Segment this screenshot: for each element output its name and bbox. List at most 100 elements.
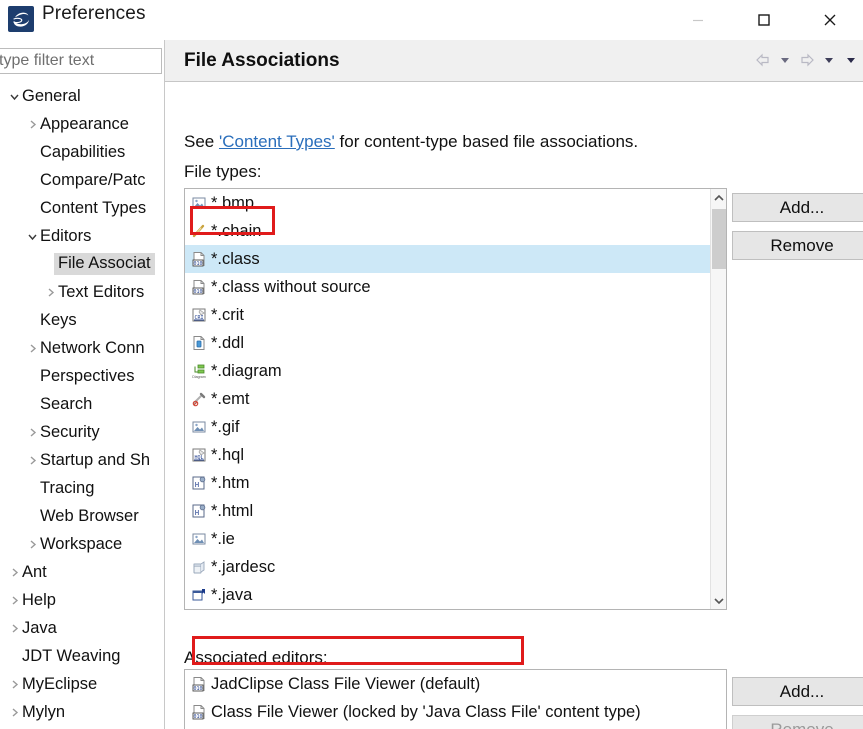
back-arrow-icon[interactable] bbox=[753, 48, 773, 72]
add-file-type-button[interactable]: Add... bbox=[732, 193, 863, 222]
scroll-down-icon[interactable] bbox=[711, 592, 726, 609]
sidebar-item-mylyn[interactable]: Mylyn bbox=[0, 698, 164, 726]
jar-file-icon bbox=[189, 558, 209, 576]
list-item[interactable]: *.emt bbox=[185, 385, 710, 413]
list-item-label: *.html bbox=[211, 501, 254, 520]
associated-editors-list[interactable]: 010 JadClipse Class File Viewer (default)… bbox=[184, 669, 727, 729]
back-dropdown-icon[interactable] bbox=[775, 48, 795, 72]
list-item-label: *.diagram bbox=[211, 361, 282, 380]
sidebar-item-ant[interactable]: Ant bbox=[0, 558, 164, 586]
list-item-label: *.emt bbox=[211, 389, 250, 408]
list-item-label: *.bmp bbox=[211, 193, 255, 212]
list-item[interactable]: *.chain bbox=[185, 217, 710, 245]
filter-input[interactable]: type filter text bbox=[0, 48, 162, 74]
add-editor-button[interactable]: Add... bbox=[732, 677, 863, 706]
window-title: Preferences bbox=[42, 3, 146, 24]
list-item-label: *.gif bbox=[211, 417, 240, 436]
sidebar-item-capabilities[interactable]: Capabilities bbox=[0, 138, 164, 166]
sidebar-item-network-conn[interactable]: Network Conn bbox=[0, 334, 164, 362]
list-item[interactable]: *.gif bbox=[185, 413, 710, 441]
chevron-right-icon[interactable] bbox=[24, 340, 40, 356]
list-item[interactable]: *.ie bbox=[185, 525, 710, 553]
list-item-label: *.class bbox=[211, 249, 260, 268]
chevron-right-icon[interactable] bbox=[24, 536, 40, 552]
chevron-down-icon[interactable] bbox=[24, 228, 40, 244]
preferences-sidebar: type filter text General Appearance Capabi… bbox=[0, 40, 164, 729]
chevron-right-icon[interactable] bbox=[24, 424, 40, 440]
sidebar-item-appearance[interactable]: Appearance bbox=[0, 110, 164, 138]
sidebar-item-label: Help bbox=[22, 590, 56, 609]
remove-editor-button: Remove bbox=[732, 715, 863, 729]
menu-dropdown-icon[interactable] bbox=[841, 48, 861, 72]
list-item[interactable]: Diagram *.diagram bbox=[185, 357, 710, 385]
scroll-up-icon[interactable] bbox=[711, 189, 726, 206]
svg-text:H: H bbox=[195, 509, 199, 517]
sidebar-item-label: General bbox=[22, 86, 81, 105]
sidebar-item-file-associat[interactable]: File Associat bbox=[0, 250, 164, 278]
list-item[interactable]: 010 JadClipse Class File Viewer (default) bbox=[185, 670, 726, 698]
chevron-right-icon[interactable] bbox=[24, 116, 40, 132]
svg-text:010: 010 bbox=[193, 686, 202, 692]
sidebar-item-keys[interactable]: Keys bbox=[0, 306, 164, 334]
list-item[interactable]: *.jardesc bbox=[185, 553, 710, 581]
minimize-icon[interactable] bbox=[665, 0, 731, 40]
list-item-label: *.java bbox=[211, 585, 253, 604]
svg-text:010: 010 bbox=[193, 261, 202, 267]
close-icon[interactable] bbox=[797, 0, 863, 40]
svg-text:010: 010 bbox=[193, 289, 202, 295]
maximize-icon[interactable] bbox=[731, 0, 797, 40]
class-file-icon: 010 bbox=[189, 675, 209, 693]
sidebar-item-help[interactable]: Help bbox=[0, 586, 164, 614]
sidebar-item-web-browser[interactable]: Web Browser bbox=[0, 502, 164, 530]
sidebar-item-search[interactable]: Search bbox=[0, 390, 164, 418]
class-file-icon: 010 bbox=[189, 250, 209, 268]
list-item[interactable]: 010 Class File Viewer (locked by 'Java Cl… bbox=[185, 698, 726, 726]
list-item[interactable]: *.bmp bbox=[185, 189, 710, 217]
list-item[interactable]: *.ddl bbox=[185, 329, 710, 357]
chevron-right-icon[interactable] bbox=[6, 592, 22, 608]
sidebar-item-tracing[interactable]: Tracing bbox=[0, 474, 164, 502]
chevron-down-icon[interactable] bbox=[6, 88, 22, 104]
html-file-icon: H bbox=[189, 474, 209, 492]
sidebar-item-java[interactable]: Java bbox=[0, 614, 164, 642]
emt-file-icon bbox=[189, 390, 209, 408]
sidebar-item-label: Ant bbox=[22, 562, 47, 581]
page-content: File Associations See 'Content Types' fo… bbox=[165, 40, 863, 729]
content-types-link[interactable]: 'Content Types' bbox=[219, 132, 335, 151]
list-item-label: *.class without source bbox=[211, 277, 371, 296]
list-item[interactable]: H *.htm bbox=[185, 469, 710, 497]
chevron-right-icon[interactable] bbox=[24, 452, 40, 468]
scroll-thumb[interactable] bbox=[712, 209, 726, 269]
list-item[interactable]: CRI *.crit bbox=[185, 301, 710, 329]
chevron-right-icon[interactable] bbox=[6, 620, 22, 636]
file-types-scrollbar[interactable] bbox=[710, 189, 726, 609]
chevron-right-icon[interactable] bbox=[6, 676, 22, 692]
chevron-right-icon[interactable] bbox=[6, 564, 22, 580]
list-item[interactable]: H *.html bbox=[185, 497, 710, 525]
sidebar-item-workspace[interactable]: Workspace bbox=[0, 530, 164, 558]
sidebar-item-security[interactable]: Security bbox=[0, 418, 164, 446]
list-item[interactable]: HQL *.hql bbox=[185, 441, 710, 469]
svg-text:010: 010 bbox=[193, 714, 202, 720]
forward-arrow-icon[interactable] bbox=[797, 48, 817, 72]
chevron-right-icon[interactable] bbox=[42, 284, 58, 300]
remove-file-type-button[interactable]: Remove bbox=[732, 231, 863, 260]
hql-file-icon: HQL bbox=[189, 446, 209, 464]
list-item[interactable]: 010 *.class bbox=[185, 245, 710, 273]
sidebar-item-text-editors[interactable]: Text Editors bbox=[0, 278, 164, 306]
list-item[interactable]: *.java bbox=[185, 581, 710, 609]
file-types-list[interactable]: *.bmp *.chain 010 *.class 010 *.class without… bbox=[184, 188, 727, 610]
sidebar-item-perspectives[interactable]: Perspectives bbox=[0, 362, 164, 390]
sidebar-item-general[interactable]: General bbox=[0, 82, 164, 110]
eclipse-icon bbox=[8, 6, 34, 32]
sidebar-item-myeclipse[interactable]: MyEclipse bbox=[0, 670, 164, 698]
sidebar-item-jdt-weaving[interactable]: JDT Weaving bbox=[0, 642, 164, 670]
sidebar-item-content-types[interactable]: Content Types bbox=[0, 194, 164, 222]
sidebar-item-startup-and-sh[interactable]: Startup and Sh bbox=[0, 446, 164, 474]
list-item-label: *.hql bbox=[211, 445, 245, 464]
sidebar-item-editors[interactable]: Editors bbox=[0, 222, 164, 250]
sidebar-item-compare-patc[interactable]: Compare/Patc bbox=[0, 166, 164, 194]
chevron-right-icon[interactable] bbox=[6, 704, 22, 720]
forward-dropdown-icon[interactable] bbox=[819, 48, 839, 72]
list-item[interactable]: 010 *.class without source bbox=[185, 273, 710, 301]
